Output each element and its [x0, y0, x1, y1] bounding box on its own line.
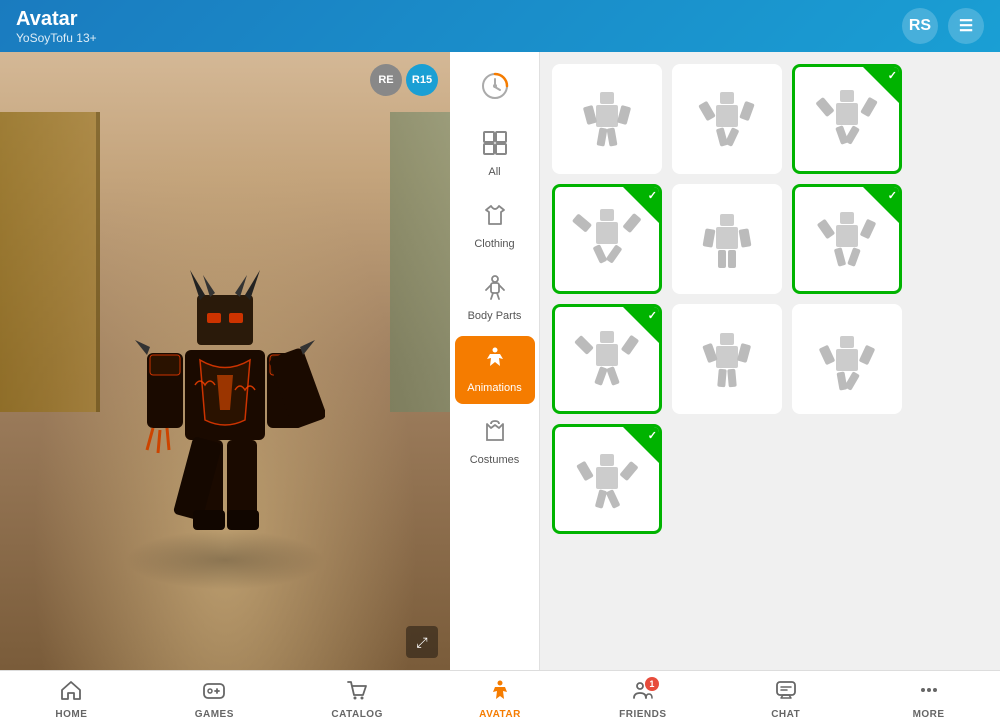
- footer-home[interactable]: HOME: [0, 671, 143, 727]
- shelf-decoration-right: [390, 112, 450, 412]
- games-icon: [203, 679, 225, 707]
- footer-chat[interactable]: CHAT: [714, 671, 857, 727]
- clothing-icon: [482, 202, 508, 234]
- sidebar-item-all-label: All: [488, 166, 500, 178]
- animation-card-2[interactable]: [672, 64, 782, 174]
- chat-label: CHAT: [771, 709, 800, 720]
- footer-friends[interactable]: 1 FRIENDS: [571, 671, 714, 727]
- sidebar-item-all[interactable]: All: [455, 120, 535, 188]
- page-title: Avatar: [16, 8, 97, 31]
- menu-button[interactable]: ☰: [948, 8, 984, 44]
- animation-card-3[interactable]: ✓: [792, 64, 902, 174]
- avatar-viewer: RE R15 ⤢: [0, 52, 450, 670]
- costumes-icon: [482, 418, 508, 450]
- robux-button[interactable]: RS: [902, 8, 938, 44]
- footer-catalog[interactable]: CATALOG: [286, 671, 429, 727]
- sidebar-item-body-parts-label: Body Parts: [468, 310, 522, 322]
- expand-button[interactable]: ⤢: [406, 626, 438, 658]
- animation-grid: ✓ ✓: [540, 52, 1000, 670]
- sidebar-item-body-parts[interactable]: Body Parts: [455, 264, 535, 332]
- r-badges: RE R15: [370, 64, 438, 96]
- animations-icon: [482, 346, 508, 378]
- friends-notification-badge: 1: [645, 677, 659, 691]
- animation-card-6[interactable]: ✓: [792, 184, 902, 294]
- chat-icon: [775, 679, 797, 707]
- home-icon: [60, 679, 82, 707]
- sidebar-item-animations[interactable]: Animations: [455, 336, 535, 404]
- friends-label: FRIENDS: [619, 709, 666, 720]
- header-left: Avatar YoSoyTofu 13+: [16, 8, 97, 45]
- animation-card-10[interactable]: ✓: [552, 424, 662, 534]
- header-actions: RS ☰: [902, 8, 984, 44]
- sidebar: All Clothing Bo: [450, 52, 540, 670]
- header-subtitle: YoSoyTofu 13+: [16, 31, 97, 45]
- avatar-icon: [489, 679, 511, 707]
- r15-badge[interactable]: R15: [406, 64, 438, 96]
- footer-more[interactable]: MORE: [857, 671, 1000, 727]
- animation-card-4[interactable]: ✓: [552, 184, 662, 294]
- floor-shadow: [125, 530, 325, 590]
- more-label: MORE: [913, 709, 945, 720]
- sidebar-item-animations-label: Animations: [467, 382, 521, 394]
- animation-card-1[interactable]: [552, 64, 662, 174]
- more-icon: [918, 679, 940, 707]
- animation-card-7[interactable]: ✓: [552, 304, 662, 414]
- animation-card-9[interactable]: [792, 304, 902, 414]
- footer-avatar[interactable]: AVATAR: [429, 671, 572, 727]
- home-label: HOME: [55, 709, 87, 720]
- avatar-label: AVATAR: [479, 709, 521, 720]
- sidebar-item-costumes-label: Costumes: [470, 454, 520, 466]
- catalog-label: CATALOG: [331, 709, 382, 720]
- sidebar-item-recent[interactable]: [455, 62, 535, 116]
- games-label: GAMES: [195, 709, 234, 720]
- animation-card-5[interactable]: [672, 184, 782, 294]
- clock-icon: [481, 72, 509, 106]
- footer-nav: HOME GAMES CATALOG: [0, 670, 1000, 727]
- sidebar-item-clothing[interactable]: Clothing: [455, 192, 535, 260]
- sidebar-item-costumes[interactable]: Costumes: [455, 408, 535, 476]
- re-badge[interactable]: RE: [370, 64, 402, 96]
- main-content: RE R15 ⤢: [0, 52, 1000, 670]
- catalog-icon: [346, 679, 368, 707]
- header: Avatar YoSoyTofu 13+ RS ☰: [0, 0, 1000, 52]
- sidebar-item-clothing-label: Clothing: [474, 238, 514, 250]
- body-parts-icon: [482, 274, 508, 306]
- animation-card-8[interactable]: [672, 304, 782, 414]
- footer-games[interactable]: GAMES: [143, 671, 286, 727]
- all-icon: [482, 130, 508, 162]
- shelf-decoration-left: [0, 112, 100, 412]
